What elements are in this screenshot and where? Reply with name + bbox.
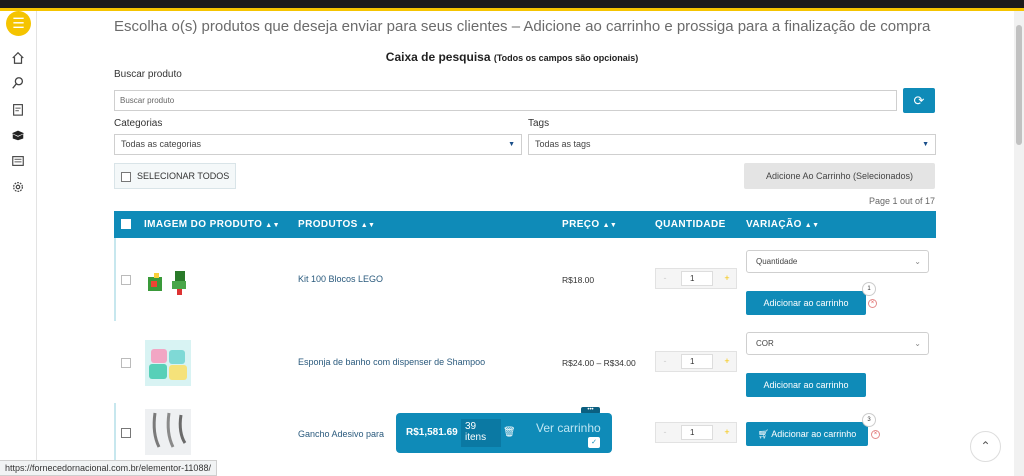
col-header-price-label: PREÇO <box>562 219 600 230</box>
variation-select[interactable]: Quantidade ⌄ <box>746 250 929 273</box>
chevron-down-icon: ▼ <box>508 141 515 148</box>
categories-select[interactable]: Todas as categorias ▼ <box>114 134 522 155</box>
tags-value: Todas as tags <box>535 139 591 149</box>
product-image[interactable] <box>145 340 191 386</box>
bag-icon: ✓ <box>588 437 600 448</box>
add-to-cart-label: Adicionar ao carrinho <box>771 429 857 439</box>
decrease-button[interactable]: - <box>656 352 674 371</box>
view-cart-link[interactable]: Ver carrinho <box>536 421 601 435</box>
status-url: https://fornecedornacional.com.br/elemen… <box>0 460 217 476</box>
page-info: Page 1 out of 17 <box>868 196 935 206</box>
product-name[interactable]: Gancho Adesivo para <box>298 429 384 439</box>
trash-icon[interactable]: 🗑︎ <box>503 427 516 438</box>
menu-icon[interactable]: ☰ <box>6 11 31 36</box>
variation-value: COR <box>756 339 774 348</box>
search-box-title: Caixa de pesquisa (Todos os campos são o… <box>0 50 1024 64</box>
add-to-cart-button[interactable]: Adicionar ao carrinho <box>746 291 866 315</box>
cart-items-count: 39 itens <box>461 419 501 447</box>
page-scrollbar[interactable] <box>1014 11 1024 476</box>
table-row: Kit 100 Blocos LEGO R$18.00 - 1 + Quanti… <box>114 238 936 322</box>
decrease-button[interactable]: - <box>656 423 674 442</box>
sort-icon: ▲▼ <box>360 222 376 229</box>
chevron-down-icon: ▼ <box>922 141 929 148</box>
cart-count-badge: 3 <box>862 413 876 427</box>
refresh-icon[interactable]: ⟳ <box>903 88 935 113</box>
row-indicator <box>114 238 116 321</box>
quantity-value[interactable]: 1 <box>681 271 713 286</box>
quantity-value[interactable]: 1 <box>681 354 713 369</box>
increase-button[interactable]: + <box>718 352 736 371</box>
sort-icon: ▲▼ <box>602 222 618 229</box>
cart-total: R$1,581.69 <box>406 427 458 438</box>
select-all-checkbox[interactable] <box>121 171 131 182</box>
clipboard-icon[interactable] <box>10 102 26 118</box>
floating-cart[interactable]: R$1,581.69 39 itens 🗑︎ Ver carrinho ✓ <box>396 413 612 453</box>
add-to-cart-button[interactable]: Adicionar ao carrinho <box>746 373 866 397</box>
variation-select[interactable]: COR ⌄ <box>746 332 929 355</box>
col-header-variation-label: VARIAÇÃO <box>746 219 802 230</box>
sort-icon: ▲▼ <box>265 222 280 229</box>
quantity-stepper[interactable]: - 1 + <box>655 268 737 289</box>
categories-label: Categorias <box>114 118 163 129</box>
select-all-label: SELECIONAR TODOS <box>137 171 230 181</box>
col-header-image-label: IMAGEM DO PRODUTO <box>144 219 263 230</box>
search-subtitle: (Todos os campos são opcionais) <box>493 53 639 63</box>
product-name[interactable]: Kit 100 Blocos LEGO <box>298 274 383 284</box>
col-header-image[interactable]: IMAGEM DO PRODUTO ▲▼ <box>144 211 280 239</box>
product-price: R$24.00 – R$34.00 <box>562 358 636 368</box>
box-icon[interactable] <box>10 128 26 144</box>
col-header-price[interactable]: PREÇO ▲▼ <box>562 211 617 239</box>
product-image[interactable] <box>145 259 191 305</box>
header-checkbox[interactable] <box>121 219 131 229</box>
variation-value: Quantidade <box>756 257 798 266</box>
remove-icon[interactable]: × <box>871 430 880 439</box>
row-checkbox[interactable] <box>121 275 131 285</box>
chevron-down-icon: ⌄ <box>914 339 921 348</box>
row-checkbox[interactable] <box>121 358 131 368</box>
add-to-cart-button[interactable]: 🛒︎ Adicionar ao carrinho <box>746 422 868 446</box>
remove-icon[interactable]: × <box>868 299 877 308</box>
list-icon[interactable] <box>10 154 26 170</box>
col-header-variation[interactable]: VARIAÇÃO ▲▼ <box>746 211 819 239</box>
cart-icon: 🛒︎ <box>757 429 772 439</box>
add-selected-button[interactable]: Adicione Ao Carrinho (Selecionados) <box>744 163 935 189</box>
product-search-input[interactable]: Buscar produto <box>114 90 897 111</box>
product-price: R$18.00 <box>562 275 595 285</box>
browser-top-strip <box>0 0 1024 11</box>
quantity-stepper[interactable]: - 1 + <box>655 351 737 372</box>
sort-icon: ▲▼ <box>804 222 820 229</box>
increase-button[interactable]: + <box>718 269 736 288</box>
search-title-text: Caixa de pesquisa <box>385 50 491 64</box>
col-header-quantity: QUANTIDADE <box>655 219 726 230</box>
select-all-button[interactable]: SELECIONAR TODOS <box>114 163 236 189</box>
page-heading: Escolha o(s) produtos que deseja enviar … <box>114 18 931 35</box>
increase-button[interactable]: + <box>718 423 736 442</box>
sidebar: ☰ <box>0 11 37 476</box>
product-name[interactable]: Esponja de banho com dispenser de Shampo… <box>298 357 485 367</box>
table-row: Esponja de banho com dispenser de Shampo… <box>114 321 936 404</box>
cart-items-word: itens <box>465 432 487 443</box>
cart-items-number: 39 <box>465 421 477 432</box>
quantity-value[interactable]: 1 <box>681 425 713 440</box>
col-header-products[interactable]: PRODUTOS ▲▼ <box>298 211 375 239</box>
tags-label: Tags <box>528 118 550 129</box>
table-header: IMAGEM DO PRODUTO ▲▼ PRODUTOS ▲▼ PREÇO ▲▼ Q… <box>114 211 936 238</box>
row-checkbox[interactable] <box>121 428 131 438</box>
product-search-label: Buscar produto <box>114 69 182 80</box>
scrollbar-thumb[interactable] <box>1016 25 1022 145</box>
gear-icon[interactable] <box>10 180 26 196</box>
chevron-up-icon[interactable]: ⌃ <box>970 431 1001 462</box>
quantity-stepper[interactable]: - 1 + <box>655 422 737 443</box>
chevron-down-icon: ⌄ <box>914 257 921 266</box>
tags-select[interactable]: Todas as tags ▼ <box>528 134 936 155</box>
cart-count-badge: 1 <box>862 282 876 296</box>
col-header-products-label: PRODUTOS <box>298 219 358 230</box>
product-image[interactable] <box>145 409 191 455</box>
categories-value: Todas as categorias <box>121 139 202 149</box>
search-icon[interactable] <box>10 76 26 92</box>
decrease-button[interactable]: - <box>656 269 674 288</box>
